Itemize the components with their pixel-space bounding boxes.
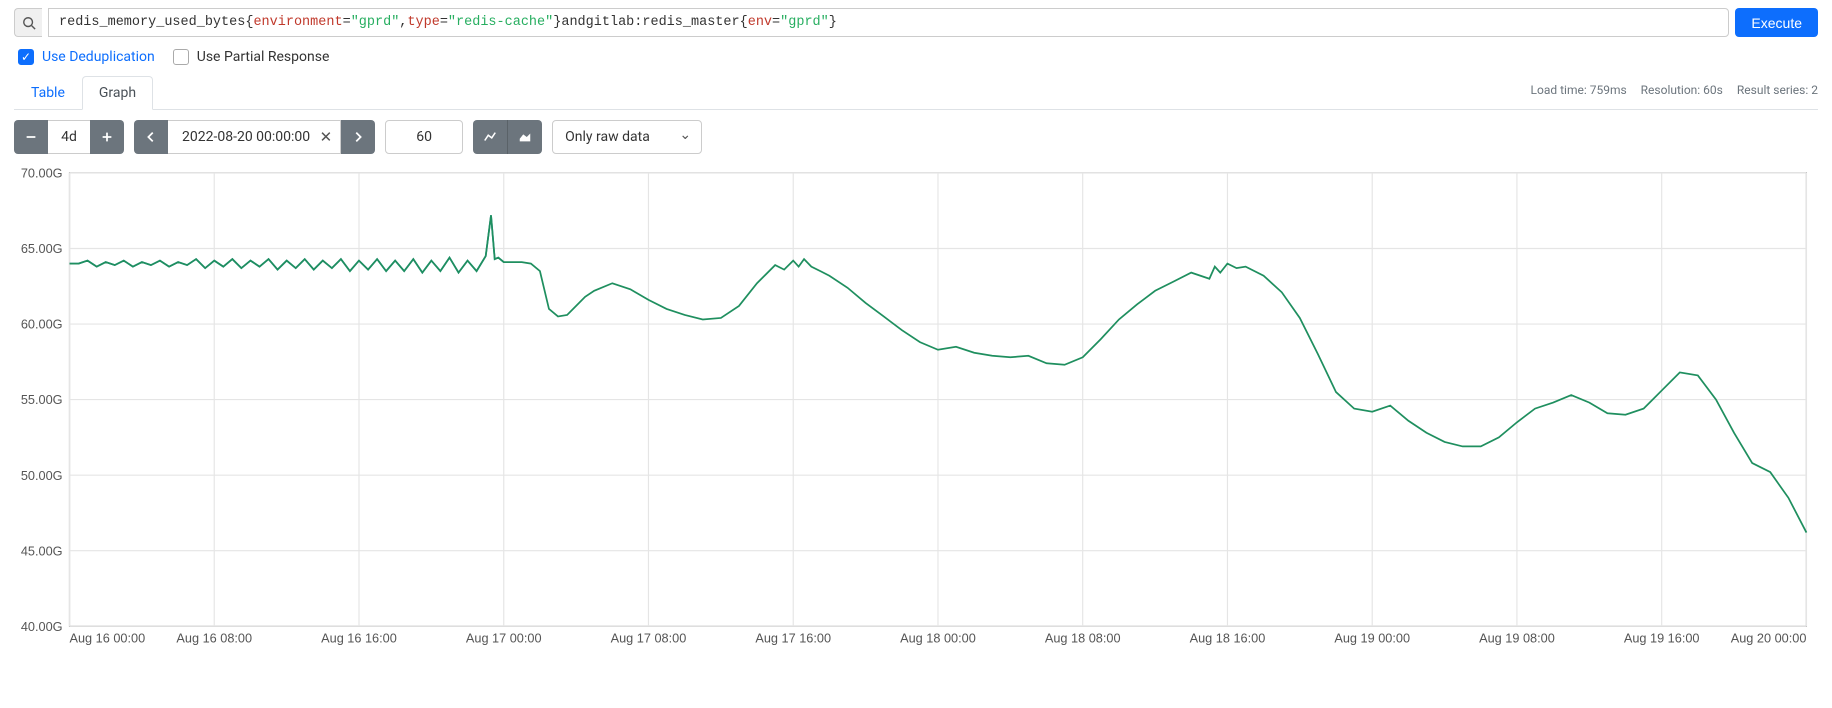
checkbox-unchecked-icon [173, 49, 189, 65]
svg-text:Aug 18 16:00: Aug 18 16:00 [1190, 630, 1266, 645]
step-input[interactable]: 60 [385, 120, 463, 154]
time-navigator: 2022-08-20 00:00:00 ✕ [134, 120, 375, 154]
query-input[interactable]: redis_memory_used_bytes{environment="gpr… [48, 8, 1729, 37]
tab-graph[interactable]: Graph [82, 76, 153, 110]
svg-text:65.00G: 65.00G [21, 241, 63, 256]
range-decrease-button[interactable] [14, 120, 48, 154]
range-increase-button[interactable] [90, 120, 124, 154]
use-partial-response-checkbox[interactable]: Use Partial Response [173, 49, 330, 65]
time-series-chart[interactable]: 40.00G 45.00G 50.00G 55.00G 60.00G 65.00G 70.0… [14, 166, 1818, 652]
svg-text:Aug 19 08:00: Aug 19 08:00 [1479, 630, 1555, 645]
svg-text:Aug 16 16:00: Aug 16 16:00 [321, 630, 397, 645]
use-deduplication-label: Use Deduplication [42, 49, 155, 65]
use-deduplication-checkbox[interactable]: ✓ Use Deduplication [18, 49, 155, 65]
end-time-input[interactable]: 2022-08-20 00:00:00 ✕ [168, 120, 341, 154]
line-chart-icon[interactable] [473, 120, 507, 154]
range-stepper: 4d [14, 120, 124, 154]
status-load-time: Load time: 759ms [1531, 83, 1627, 97]
clear-time-icon[interactable]: ✕ [320, 128, 333, 146]
svg-text:Aug 19 16:00: Aug 19 16:00 [1624, 630, 1700, 645]
status-series-count: Result series: 2 [1737, 83, 1818, 97]
use-partial-response-label: Use Partial Response [197, 49, 330, 65]
data-mode-value: Only raw data [565, 129, 650, 145]
svg-text:Aug 17 08:00: Aug 17 08:00 [611, 630, 687, 645]
svg-text:Aug 16 08:00: Aug 16 08:00 [176, 630, 252, 645]
time-next-button[interactable] [341, 120, 375, 154]
chart-mode-group [473, 120, 542, 154]
chart-container: 40.00G 45.00G 50.00G 55.00G 60.00G 65.00G 70.0… [14, 166, 1818, 652]
svg-text:Aug 17 16:00: Aug 17 16:00 [755, 630, 831, 645]
svg-text:60.00G: 60.00G [21, 317, 63, 332]
svg-text:45.00G: 45.00G [21, 543, 63, 558]
svg-text:70.00G: 70.00G [21, 166, 63, 181]
svg-text:Aug 19 00:00: Aug 19 00:00 [1334, 630, 1410, 645]
svg-text:Aug 18 00:00: Aug 18 00:00 [900, 630, 976, 645]
svg-text:Aug 20 00:00: Aug 20 00:00 [1731, 630, 1807, 645]
svg-text:50.00G: 50.00G [21, 468, 63, 483]
time-prev-button[interactable] [134, 120, 168, 154]
search-icon [14, 8, 42, 37]
checkbox-checked-icon: ✓ [18, 49, 34, 65]
status-resolution: Resolution: 60s [1641, 83, 1723, 97]
execute-button[interactable]: Execute [1735, 8, 1818, 37]
range-input[interactable]: 4d [48, 120, 90, 154]
svg-text:Aug 16 00:00: Aug 16 00:00 [70, 630, 146, 645]
data-mode-select[interactable]: Only raw data [552, 120, 702, 154]
svg-text:55.00G: 55.00G [21, 392, 63, 407]
end-time-value: 2022-08-20 00:00:00 [182, 129, 310, 145]
svg-text:Aug 18 08:00: Aug 18 08:00 [1045, 630, 1121, 645]
area-chart-icon[interactable] [507, 120, 542, 154]
svg-text:40.00G: 40.00G [21, 619, 63, 634]
svg-text:Aug 17 00:00: Aug 17 00:00 [466, 630, 542, 645]
tab-table[interactable]: Table [14, 76, 82, 110]
